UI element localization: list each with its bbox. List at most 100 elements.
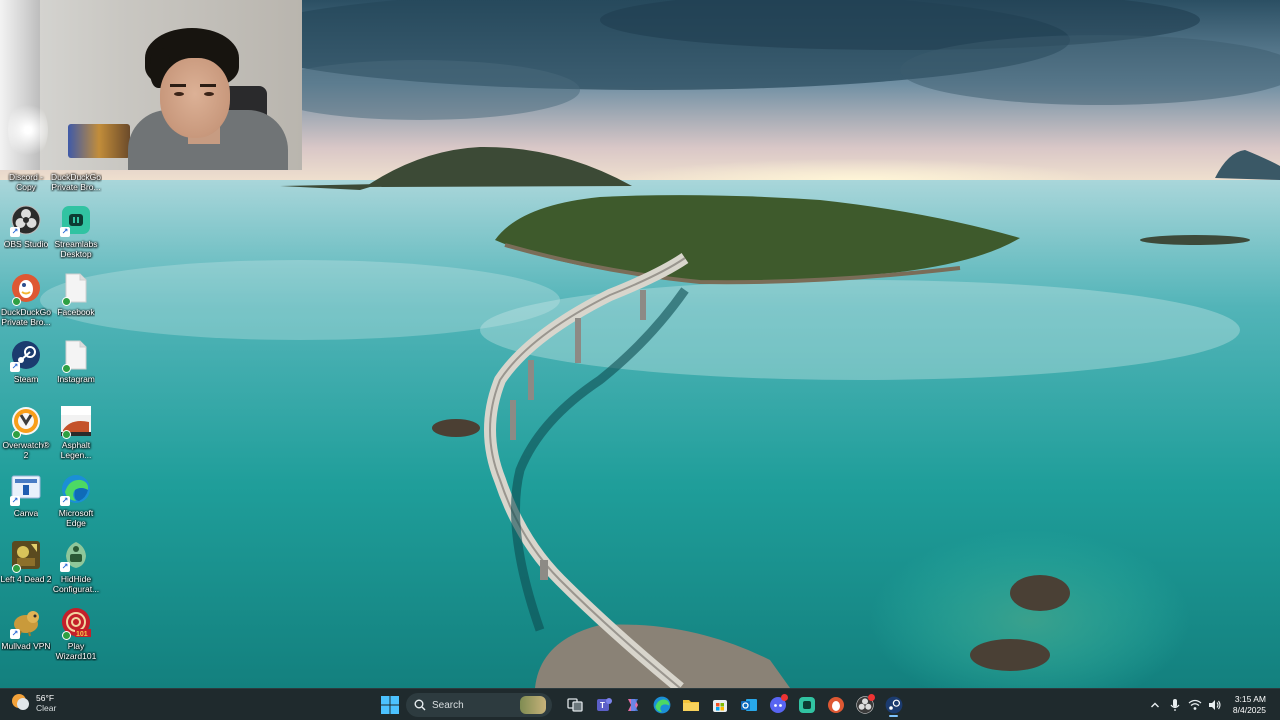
desktop-icon-label: Instagram [57,374,95,384]
steam-icon: ↗ [10,339,42,372]
outlook-icon [740,699,757,711]
shortcut-arrow-icon: ↗ [60,227,70,237]
desktop-icon-label: Left 4 Dead 2 [0,574,52,584]
system-tray: 3:15 AM 8/4/2025 [1145,693,1266,717]
desktop-icon-label: Streamlabs Desktop [54,239,98,259]
sync-check-icon [12,297,21,306]
desktop-icon-duckduckgo-top[interactable]: DuckDuckGo Private Bro... [50,172,102,192]
weather-temperature: 56°F [36,693,55,703]
desktop-icon-label: Microsoft Edge [58,508,94,528]
chevron-up-icon [1150,702,1159,708]
desktop-icon-overwatch[interactable]: Overwatch® 2 [0,405,52,460]
shortcut-arrow-icon: ↗ [10,227,20,237]
search-placeholder: Search [432,699,464,711]
desktop-icon-edge[interactable]: ↗ Microsoft Edge [50,473,102,528]
sync-check-icon [62,631,71,640]
desktop-icon-instagram[interactable]: Instagram [50,339,102,384]
edge-icon [653,696,670,714]
webcam-person-brow [170,84,186,87]
copilot-icon [627,699,638,711]
desktop-icon-label: Overwatch® 2 [2,440,50,460]
mullvad-icon: ↗ [10,606,42,639]
shortcut-arrow-icon: ↗ [10,362,20,372]
network-button[interactable] [1185,695,1205,715]
sync-check-icon [12,430,21,439]
folder-icon [682,700,699,711]
hidhide-icon: ↗ [60,539,92,572]
desktop-icon-label: Canva [13,508,39,518]
taskbar-streamlabs[interactable] [792,693,821,717]
volume-button[interactable] [1205,695,1225,715]
webcam-overlay [0,0,302,170]
canva-icon: ↗ [10,473,42,506]
desktop-icon-obs[interactable]: ↗ OBS Studio [0,204,52,249]
microphone-icon [1170,699,1180,711]
clock-date: 8/4/2025 [1232,705,1266,715]
clock-time: 3:15 AM [1234,694,1266,704]
shortcut-arrow-icon: ↗ [10,496,20,506]
desktop-icon-asphalt[interactable]: Asphalt Legen... [50,405,102,460]
taskbar-discord[interactable] [763,693,792,717]
desktop-icon-label: OBS Studio [3,239,49,249]
taskbar-edge[interactable] [647,693,676,717]
desktop-icon-mullvad[interactable]: ↗ Mullvad VPN [0,606,52,651]
desktop-icon-label: DuckDuckGo Private Bro... [0,307,52,327]
webcam-person-eye [174,92,184,96]
desktop-icon-label: Steam [13,374,39,384]
file-icon [60,339,92,373]
search-highlight-icon [520,696,546,714]
streamlabs-icon [798,697,815,713]
sync-check-icon [62,364,71,373]
webcam-person-eye [204,92,214,96]
desktop-icon-wizard101[interactable]: 101 Play Wizard101 [50,606,102,661]
wizard101-icon: 101 [60,606,92,640]
overwatch-icon [10,405,42,439]
weather-widget[interactable]: 56°F Clear [12,693,56,713]
webcam-person-brow [200,84,216,87]
asphalt-icon [60,405,92,439]
streamlabs-icon: ↗ [60,204,92,237]
sync-check-icon [62,430,71,439]
taskbar-duckduckgo[interactable] [821,693,850,717]
taskbar-teams[interactable]: T [589,693,618,717]
desktop-icon-streamlabs[interactable]: ↗ Streamlabs Desktop [50,204,102,259]
taskbar-apps: Search T [378,693,908,717]
desktop-icon-label: Discord - Copy [8,172,43,192]
taskbar-task-view[interactable] [560,693,589,717]
desktop-icon-discord-copy[interactable]: Discord - Copy [0,172,52,192]
sync-check-icon [12,564,21,573]
desktop-icon-hidhide[interactable]: ↗ HidHide Configurat... [50,539,102,594]
desktop-icon-facebook[interactable]: Facebook [50,272,102,317]
store-icon [712,700,727,712]
sync-check-icon [62,297,71,306]
notification-badge [781,694,788,701]
recording-indicator [868,694,875,701]
taskbar-clock[interactable]: 3:15 AM 8/4/2025 [1233,694,1266,716]
duckduckgo-icon [827,697,844,713]
taskbar-outlook[interactable] [734,693,763,717]
webcam-desk-items [68,124,130,158]
edge-icon: ↗ [60,473,92,506]
webcam-light [8,100,48,160]
desktop-icon-steam[interactable]: ↗ Steam [0,339,52,384]
taskbar-microsoft-store[interactable] [705,693,734,717]
taskbar-file-explorer[interactable] [676,693,705,717]
show-hidden-icons-button[interactable] [1145,695,1165,715]
desktop-icon-label: HidHide Configurat... [52,574,100,594]
taskbar-copilot[interactable] [618,693,647,717]
desktop-icon-duckduckgo[interactable]: DuckDuckGo Private Bro... [0,272,52,327]
weather-condition: Clear [36,703,57,713]
svg-text:T: T [600,701,605,710]
desktop-icon-label: Facebook [57,307,95,317]
duckduckgo-icon [10,272,42,306]
speaker-icon [1208,700,1221,710]
start-button[interactable] [378,693,402,717]
desktop-icon-canva[interactable]: ↗ Canva [0,473,52,518]
desktop-icon-left4dead2[interactable]: Left 4 Dead 2 [0,539,52,584]
microphone-button[interactable] [1165,695,1185,715]
taskbar-search[interactable]: Search [406,693,552,717]
left4dead-icon [10,539,42,573]
taskbar-obs[interactable] [850,693,879,717]
shortcut-arrow-icon: ↗ [60,562,70,572]
taskbar-steam[interactable] [879,693,908,717]
